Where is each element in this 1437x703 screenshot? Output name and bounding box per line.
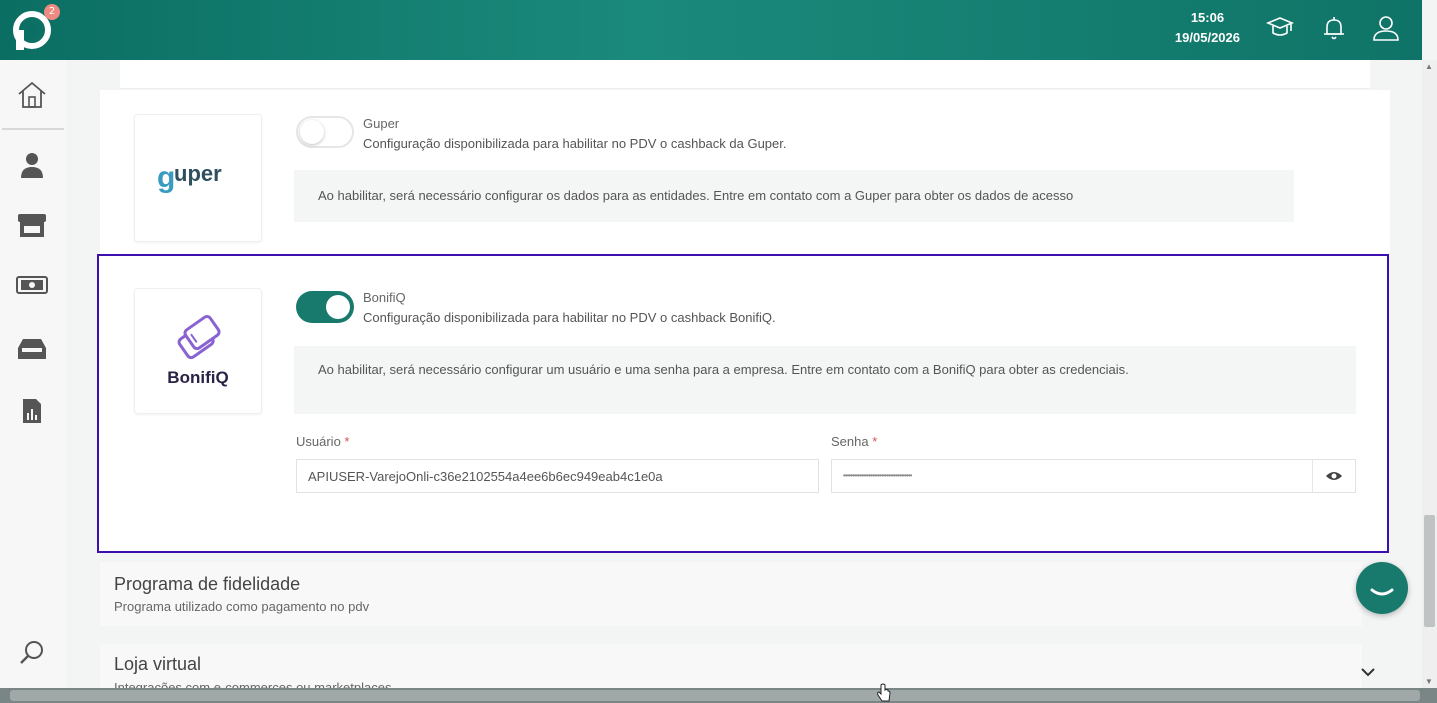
previous-integration-card — [120, 60, 1370, 89]
user-profile-icon[interactable] — [1371, 13, 1401, 43]
guper-toggle[interactable] — [296, 116, 354, 148]
bonifiq-description: Configuração disponibilizada para habili… — [363, 310, 776, 325]
guper-info-box: Ao habilitar, será necessário configurar… — [294, 170, 1294, 222]
bell-icon[interactable] — [1319, 13, 1349, 43]
hand-cursor-icon — [877, 683, 891, 702]
show-password-button[interactable] — [1312, 460, 1355, 492]
scrollbar-thumb[interactable] — [10, 690, 1420, 701]
report-icon[interactable] — [14, 394, 50, 428]
guper-logo-image: g uper — [157, 161, 222, 194]
eye-icon — [1326, 472, 1342, 480]
section-title: Programa de fidelidade — [114, 574, 301, 594]
bonifiq-logo: BonifiQ — [134, 288, 262, 414]
scroll-down-arrow[interactable]: ▼ — [1425, 677, 1433, 686]
home-icon[interactable] — [14, 78, 50, 112]
scroll-up-arrow[interactable]: ▲ — [1425, 62, 1433, 71]
top-bar: 2 15:06 19/05/2026 — [0, 0, 1422, 60]
bonifiq-toggle[interactable] — [296, 291, 354, 323]
user-label-text: Usuário — [296, 434, 341, 449]
store-icon[interactable] — [14, 208, 50, 242]
vertical-scrollbar[interactable]: ▲ ▼ — [1422, 60, 1437, 688]
notification-badge: 2 — [44, 4, 60, 20]
bonifiq-info-box: Ao habilitar, será necessário configurar… — [294, 346, 1356, 414]
chat-button[interactable] — [1356, 562, 1408, 614]
virtual-store-section[interactable]: Loja virtual Integrações com e-commerces… — [100, 644, 1362, 688]
svg-text:g: g — [157, 161, 175, 194]
bonifiq-name: BonifiQ — [363, 290, 406, 305]
bonifiq-logo-image: BonifiQ — [167, 314, 229, 387]
user-field-label: Usuário * — [296, 434, 349, 449]
guper-description: Configuração disponibilizada para habili… — [363, 136, 787, 151]
clock-time: 15:06 — [1190, 10, 1225, 25]
inbox-icon[interactable] — [14, 332, 50, 366]
chat-icon — [1370, 588, 1394, 596]
password-input[interactable]: •••••••••••••••••••••••••••••••••••••• — [831, 459, 1356, 493]
clock: 15:06 19/05/2026 — [1175, 8, 1240, 48]
password-label-text: Senha — [831, 434, 869, 449]
guper-card: g uper Guper Configuração disponibilizad… — [100, 90, 1390, 255]
toggle-knob — [300, 120, 324, 144]
loyalty-program-section[interactable]: Programa de fidelidade Programa utilizad… — [100, 562, 1362, 626]
chevron-down-icon[interactable] — [1360, 666, 1376, 678]
search-icon[interactable] — [14, 636, 50, 670]
graduation-cap-icon[interactable] — [1265, 13, 1295, 43]
guper-name: Guper — [363, 116, 400, 131]
section-subtitle: Programa utilizado como pagamento no pdv — [114, 599, 370, 614]
section-title: Loja virtual — [114, 654, 202, 674]
person-icon[interactable] — [14, 148, 50, 182]
scrollbar-thumb[interactable] — [1424, 515, 1435, 627]
toggle-knob — [326, 295, 350, 319]
money-icon[interactable] — [14, 268, 50, 302]
svg-text:uper: uper — [174, 161, 222, 186]
required-mark: * — [872, 434, 878, 449]
sidebar-divider — [2, 128, 64, 130]
horizontal-scrollbar[interactable] — [0, 688, 1437, 703]
section-subtitle: Integrações com e-commerces ou marketpla… — [114, 680, 392, 688]
user-input[interactable] — [296, 459, 819, 493]
sidebar — [0, 60, 66, 703]
svg-text:BonifiQ: BonifiQ — [167, 368, 228, 387]
required-mark: * — [344, 434, 350, 449]
password-field-label: Senha * — [831, 434, 877, 449]
guper-logo: g uper — [134, 114, 262, 242]
clock-date: 19/05/2026 — [1174, 30, 1240, 45]
